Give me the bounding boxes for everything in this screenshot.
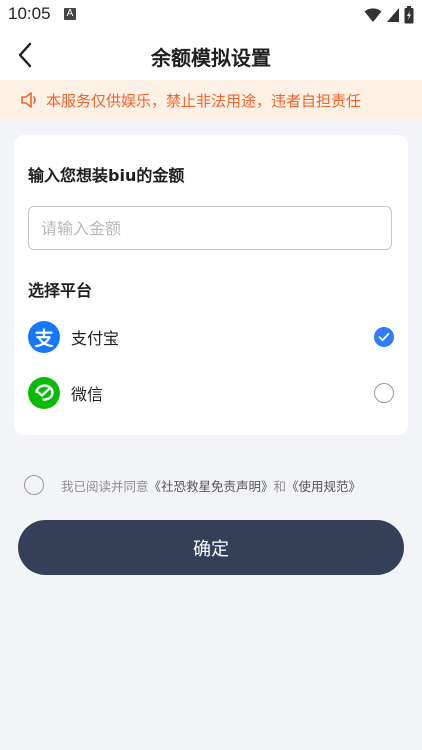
check-icon [378,332,390,342]
status-icons [364,6,414,24]
disclaimer-link[interactable]: 《社恐救星免责声明》 [149,479,274,494]
wechat-radio-unchecked[interactable] [374,383,394,403]
notification-badge-icon: A [64,8,76,20]
wechat-pay-icon [28,377,60,409]
speaker-icon [21,92,36,108]
platform-label: 选择平台 [28,281,93,300]
settings-card: 输入您想装biu的金额 选择平台 支 支付宝 微信 [14,135,408,435]
amount-label: 输入您想装biu的金额 [28,166,185,185]
wifi-icon [364,8,382,22]
alipay-radio-checked[interactable] [374,327,394,347]
agreement-row: 我已阅读并同意《社恐救星免责声明》和《使用规范》 [24,474,361,496]
wechat-pay-logo-icon [35,384,54,401]
page-title: 余额模拟设置 [151,46,271,70]
alipay-logo-char: 支 [34,327,54,350]
agreement-prefix: 我已阅读并同意 [61,478,149,494]
agreement-text: 我已阅读并同意《社恐救星免责声明》和《使用规范》 [61,476,361,495]
status-time: 10:05 [8,4,51,23]
platform-option-wechat[interactable]: 微信 [28,376,394,410]
agreement-joiner: 和 [273,478,287,494]
platform-option-alipay[interactable]: 支 支付宝 [28,320,394,354]
notice-text: 本服务仅供娱乐，禁止非法用途，违者自担责任 [46,91,362,110]
nav-bar: 余额模拟设置 [0,30,422,80]
agreement-checkbox[interactable] [24,475,44,495]
platform-name-wechat: 微信 [71,385,104,404]
confirm-button[interactable]: 确定 [18,520,404,575]
platform-name-alipay: 支付宝 [71,329,120,348]
notice-banner: 本服务仅供娱乐，禁止非法用途，违者自担责任 [0,80,422,120]
amount-input[interactable] [28,206,392,250]
signal-icon [387,8,399,22]
usage-rules-link[interactable]: 《使用规范》 [286,479,361,494]
battery-icon [404,6,414,24]
alipay-icon: 支 [28,321,60,353]
status-bar: 10:05 A [0,0,422,30]
